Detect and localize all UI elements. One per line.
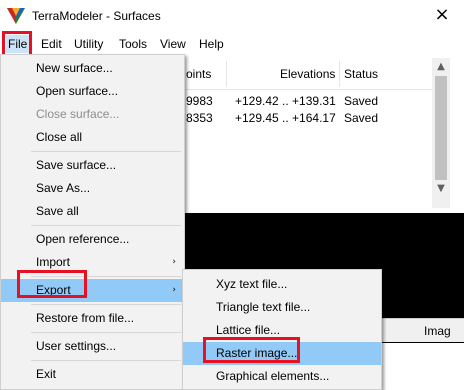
menu-item-save-as[interactable]: Save As... <box>1 177 184 200</box>
menu-item-label: Close surface... <box>36 107 120 121</box>
submenu-item-label: Graphical elements... <box>216 369 330 383</box>
menu-item-label: Open reference... <box>36 232 130 246</box>
cell-elevations: +129.45 .. +164.17 <box>235 111 336 125</box>
submenu-arrow-icon: › <box>172 257 176 267</box>
scroll-thumb[interactable] <box>435 76 447 180</box>
menu-item-label: Close all <box>36 130 83 144</box>
menu-item-label: User settings... <box>36 339 117 353</box>
menu-item-label: Save As... <box>36 181 91 195</box>
menu-item-label: Exit <box>36 367 57 381</box>
submenu-item-label: Lattice file... <box>216 323 281 337</box>
menu-edit[interactable]: Edit <box>39 35 64 53</box>
menu-help[interactable]: Help <box>197 35 226 53</box>
terramodeler-logo-icon <box>7 8 25 24</box>
menu-item-exit[interactable]: Exit <box>1 363 184 386</box>
scroll-down-icon[interactable]: ▼ <box>432 180 450 198</box>
menu-item-restore-from-file[interactable]: Restore from file... <box>1 307 184 330</box>
column-header-elevations[interactable]: Elevations <box>280 67 335 81</box>
menu-item-label: Save all <box>36 204 79 218</box>
submenu-item-label: Triangle text file... <box>216 300 311 314</box>
submenu-item-xyz-text-file[interactable]: Xyz text file... <box>183 273 381 296</box>
menu-item-save-all[interactable]: Save all <box>1 200 184 223</box>
close-icon[interactable]: × <box>434 6 450 24</box>
cell-points: 9983 <box>186 94 213 108</box>
menu-separator <box>31 225 181 226</box>
menu-item-new-surface[interactable]: New surface... <box>1 57 184 80</box>
menu-item-close-surface: Close surface... <box>1 103 184 126</box>
submenu-item-triangle-text-file[interactable]: Triangle text file... <box>183 296 381 319</box>
file-dropdown-menu: New surface... Open surface... Close sur… <box>0 54 185 390</box>
title-bar: TerraModeler - Surfaces × <box>0 0 464 33</box>
menu-separator <box>31 332 181 333</box>
menu-item-label: Import <box>36 255 71 269</box>
menu-tools[interactable]: Tools <box>117 35 149 53</box>
menu-view[interactable]: View <box>158 35 188 53</box>
cell-status: Saved <box>344 111 379 125</box>
column-header-image[interactable]: Imag <box>424 324 451 338</box>
cell-status: Saved <box>344 94 379 108</box>
cell-elevations: +129.42 .. +139.31 <box>235 94 336 108</box>
window-title: TerraModeler - Surfaces <box>32 9 161 23</box>
menu-item-save-surface[interactable]: Save surface... <box>1 154 184 177</box>
raster-image-highlight-box <box>203 337 300 363</box>
export-submenu: Xyz text file... Triangle text file... L… <box>182 269 382 390</box>
menu-item-label: Save surface... <box>36 158 117 172</box>
vertical-scrollbar[interactable]: ▲ ▼ <box>432 58 450 208</box>
column-divider[interactable] <box>339 61 340 87</box>
menu-item-open-reference[interactable]: Open reference... <box>1 228 184 251</box>
menu-bar: File Edit Utility Tools View Help <box>0 33 464 54</box>
cell-points: 8353 <box>186 111 213 125</box>
menu-item-label: Open surface... <box>36 84 119 98</box>
column-header-points[interactable]: oints <box>186 67 211 81</box>
submenu-arrow-icon: › <box>172 285 176 295</box>
menu-item-label: New surface... <box>36 61 113 75</box>
menu-item-label: Restore from file... <box>36 311 135 325</box>
export-highlight-box <box>17 270 87 298</box>
submenu-item-graphical-elements[interactable]: Graphical elements... <box>183 365 381 388</box>
menu-item-open-surface[interactable]: Open surface... <box>1 80 184 103</box>
menu-separator <box>31 360 181 361</box>
submenu-item-label: Xyz text file... <box>216 277 288 291</box>
menu-separator <box>31 151 181 152</box>
column-divider[interactable] <box>226 61 227 87</box>
lower-list-body <box>380 343 464 390</box>
menu-utility[interactable]: Utility <box>72 35 105 53</box>
menu-item-close-all[interactable]: Close all <box>1 126 184 149</box>
scroll-up-icon[interactable]: ▲ <box>432 58 450 76</box>
window-edge <box>450 58 464 208</box>
lower-list-header: Imag <box>380 318 464 342</box>
column-header-status[interactable]: Status <box>344 67 378 81</box>
menu-item-user-settings[interactable]: User settings... <box>1 335 184 358</box>
menu-separator <box>31 304 181 305</box>
